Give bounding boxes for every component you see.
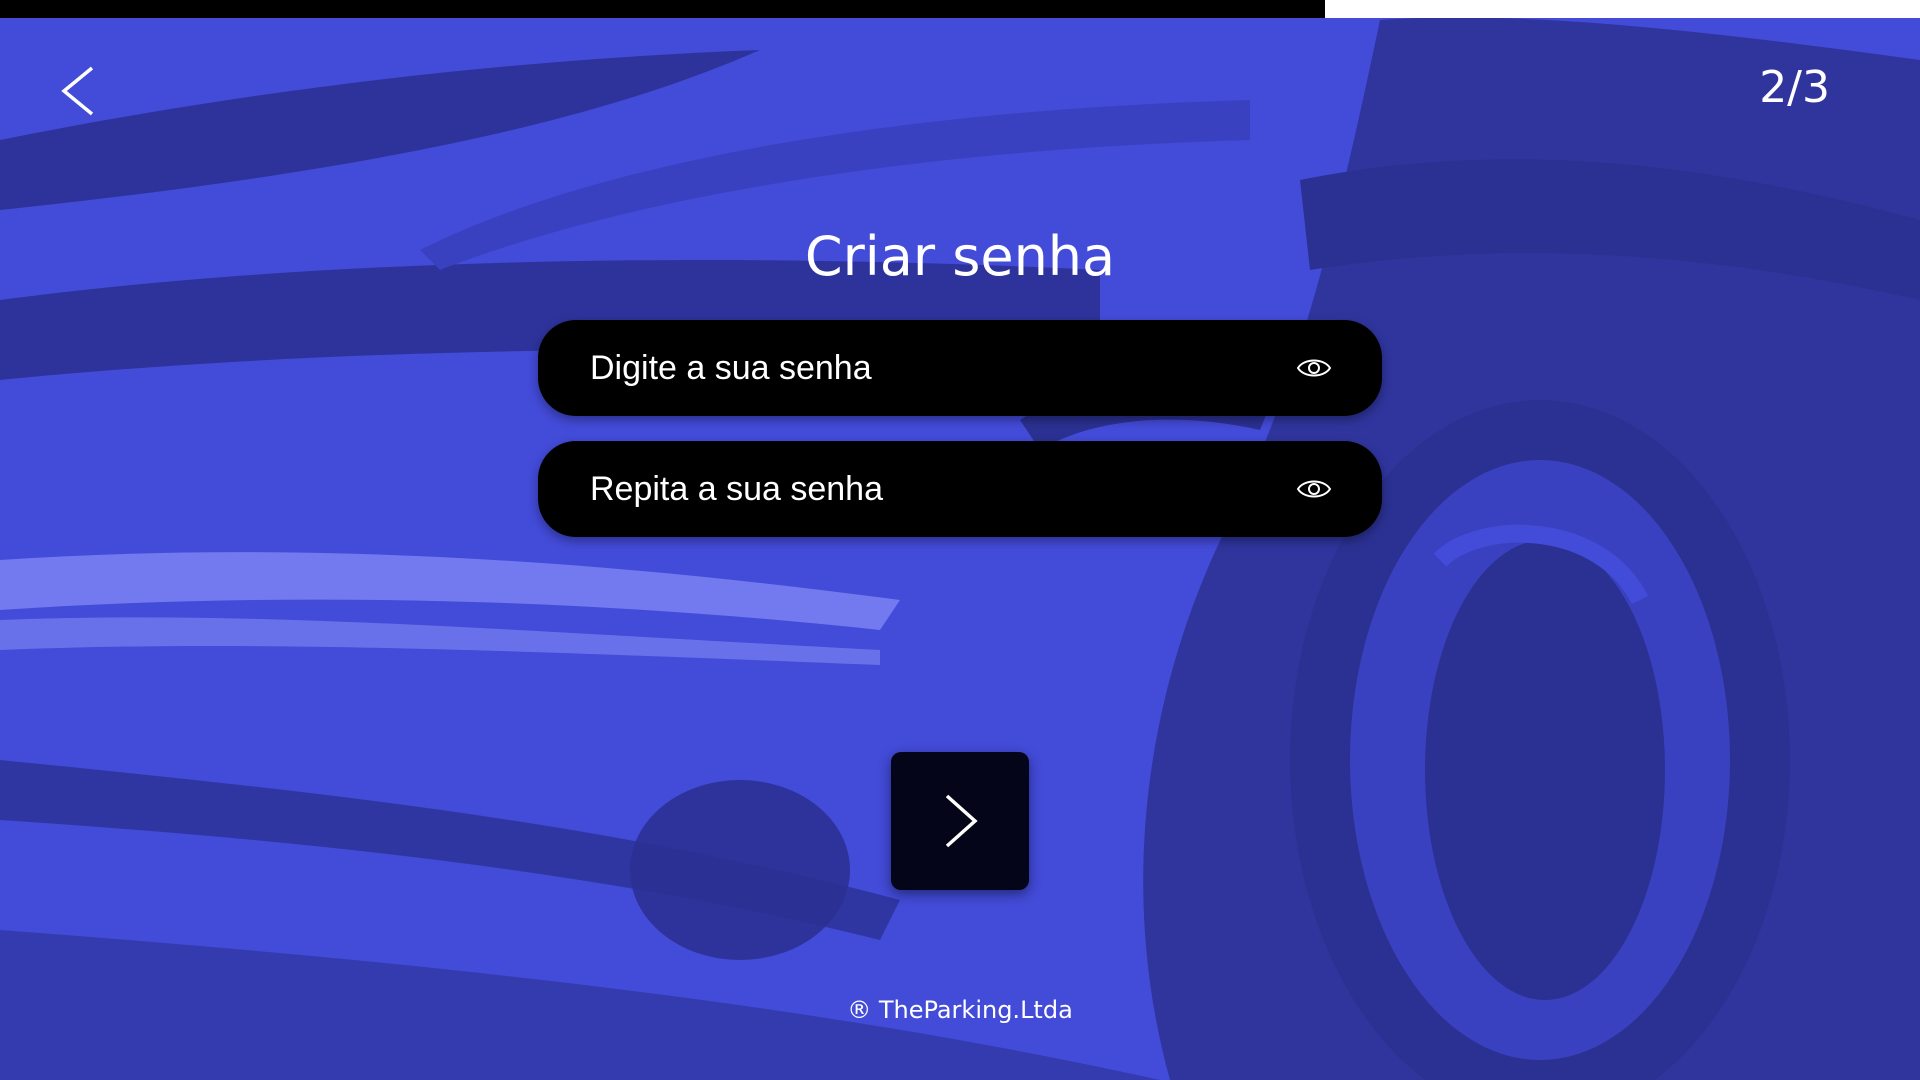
progress-bar-fill xyxy=(0,0,1325,18)
repeat-password-field[interactable]: Repita a sua senha xyxy=(538,441,1382,537)
repeat-password-field-placeholder: Repita a sua senha xyxy=(590,470,883,508)
car-background-illustration xyxy=(0,0,1920,1080)
password-field[interactable]: Digite a sua senha xyxy=(538,320,1382,416)
footer-copyright: ® TheParking.Ltda xyxy=(847,996,1073,1024)
signup-password-screen: 2/3 Criar senha Digite a sua senha Repit… xyxy=(0,0,1920,1080)
eye-icon[interactable] xyxy=(1294,348,1334,388)
password-field-placeholder: Digite a sua senha xyxy=(590,349,872,387)
eye-icon[interactable] xyxy=(1294,469,1334,509)
back-button[interactable] xyxy=(48,60,110,122)
next-button[interactable] xyxy=(891,752,1029,890)
chevron-right-icon xyxy=(945,794,978,848)
chevron-left-icon xyxy=(61,66,94,116)
step-counter: 2/3 xyxy=(1759,62,1830,113)
progress-bar xyxy=(0,0,1920,18)
page-title: Criar senha xyxy=(804,225,1116,288)
